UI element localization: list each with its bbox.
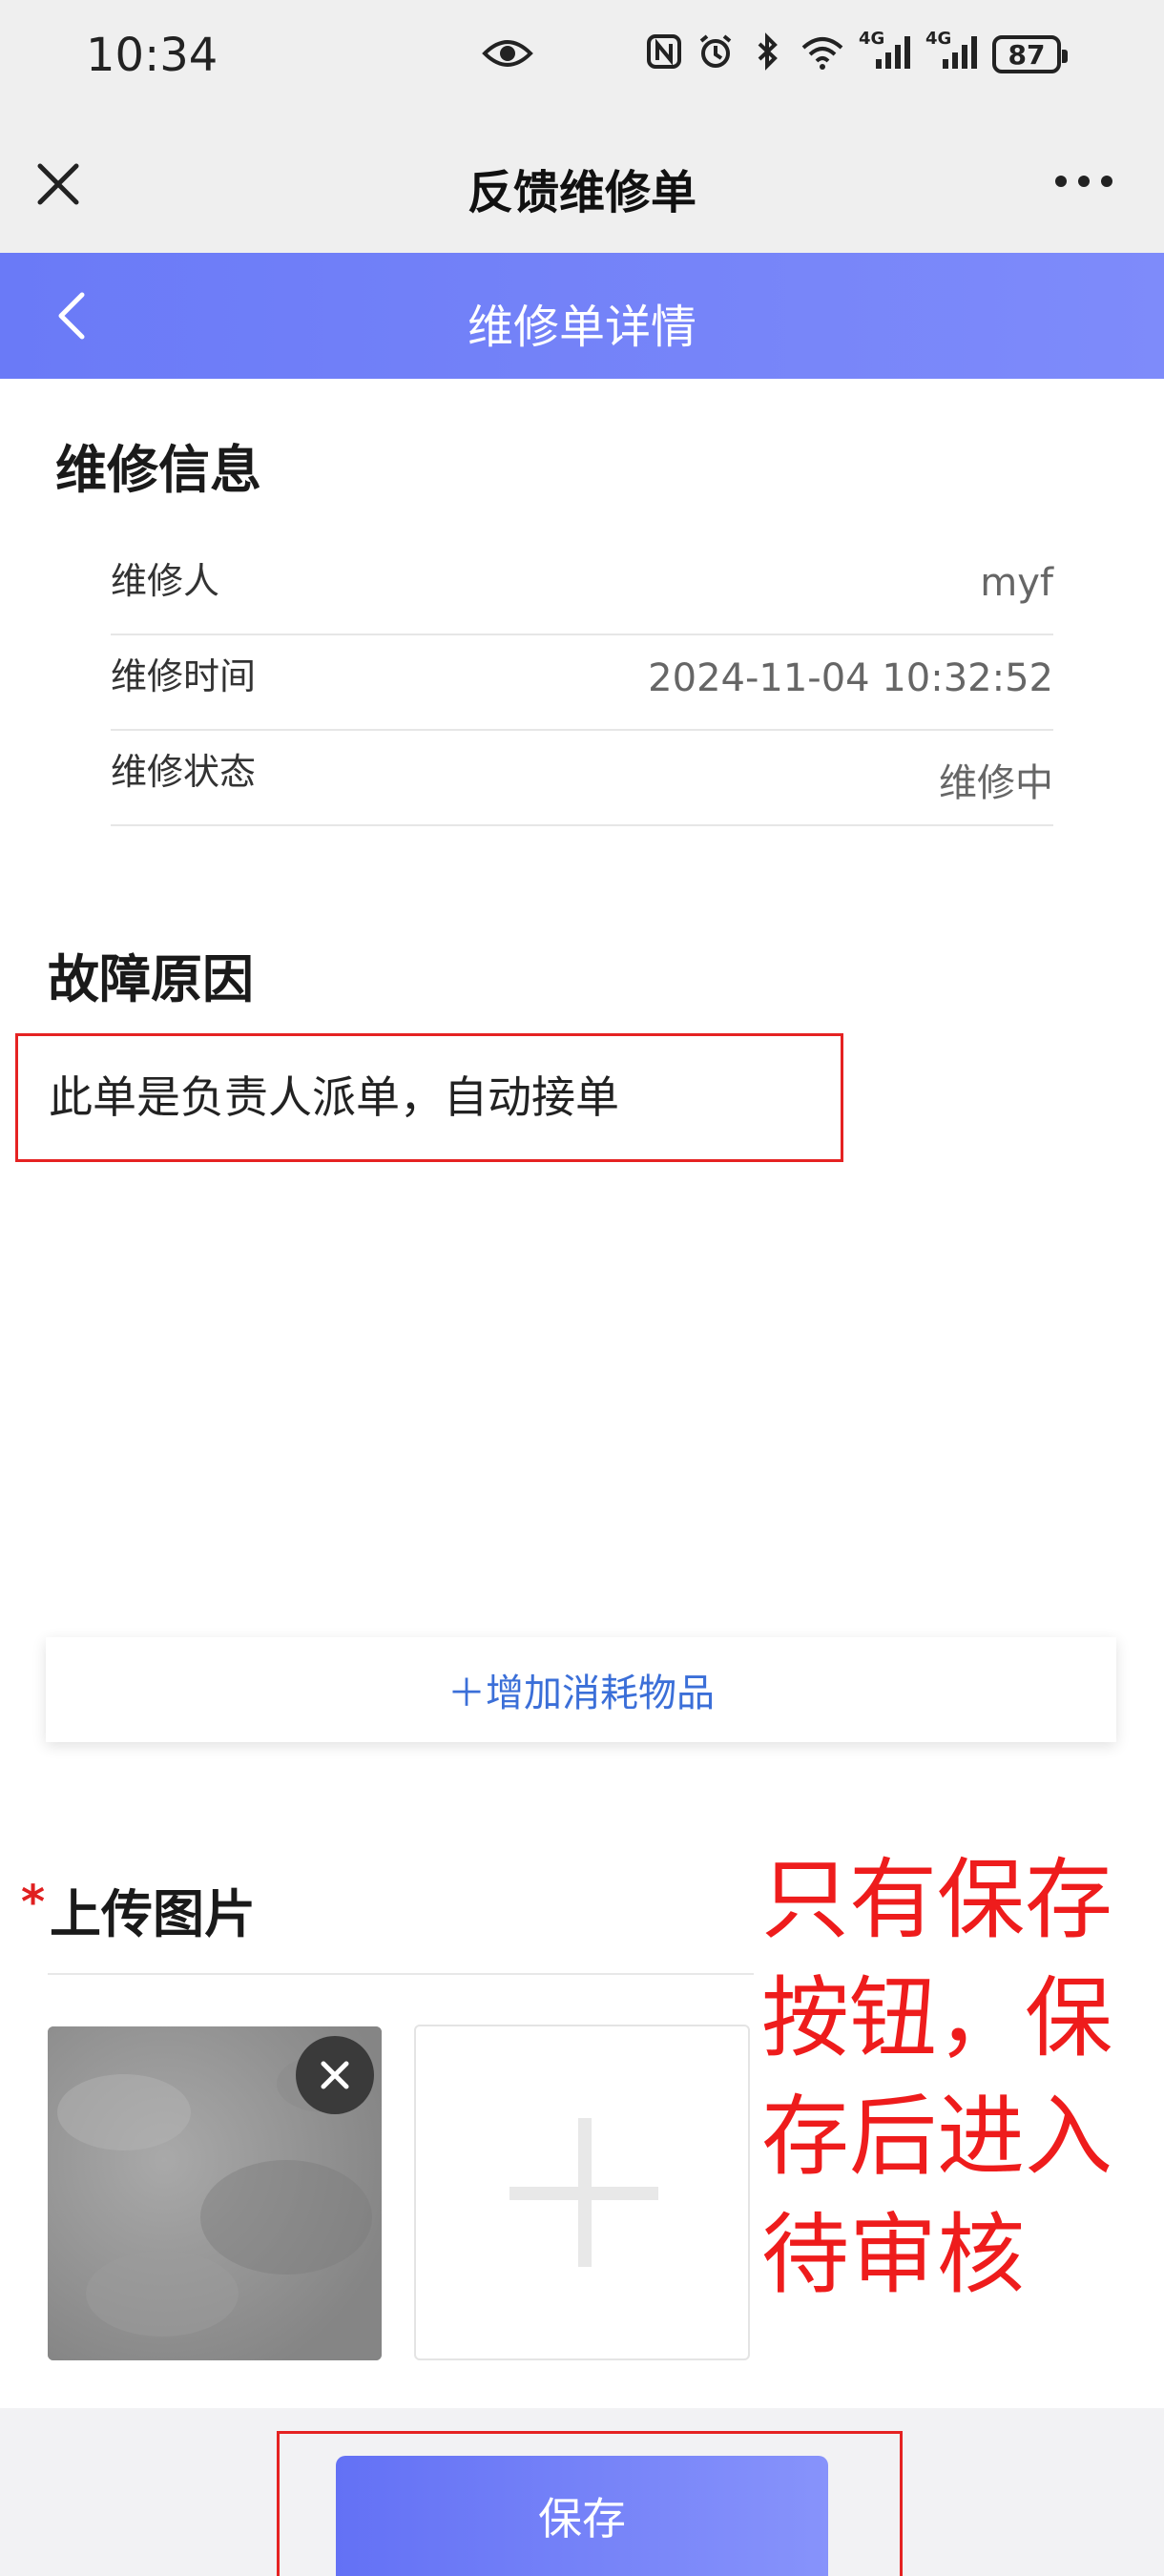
wechat-title-bar: 反馈维修单 <box>0 114 1164 253</box>
bluetooth-icon <box>758 32 778 71</box>
wechat-title: 反馈维修单 <box>467 166 696 219</box>
annotation-line: 只有保存 <box>761 1849 1113 1951</box>
info-row-repairer: 维修人 myf <box>111 540 1053 635</box>
fault-highlight-box: 此单是负责人派单，自动接单 <box>15 1033 843 1162</box>
annotation-line: 待审核 <box>761 2204 1026 2306</box>
repair-info-title: 维修信息 <box>55 440 261 500</box>
required-mark: * <box>21 1876 46 1929</box>
remove-image-button[interactable] <box>296 2036 374 2114</box>
status-time: 10:34 <box>86 29 218 82</box>
alarm-icon <box>699 34 732 68</box>
annotation-line: 按钮，保 <box>761 1967 1113 2069</box>
upload-divider <box>48 1973 754 1975</box>
info-label: 维修时间 <box>111 655 257 697</box>
battery-indicator: 87 <box>992 35 1068 73</box>
annotation-note: 只有保存 按钮，保 存后进入 待审核 <box>761 1841 1153 2315</box>
signal-icon-1: 4G <box>859 29 912 71</box>
signal-icon-2: 4G <box>925 29 979 71</box>
nfc-icon <box>647 34 681 69</box>
info-label: 维修状态 <box>111 751 257 793</box>
fault-text[interactable]: 此单是负责人派单，自动接单 <box>49 1063 619 1126</box>
close-icon <box>321 2061 349 2089</box>
status-icons: 4G 4G <box>645 29 979 71</box>
info-row-status: 维修状态 维修中 <box>111 731 1053 826</box>
info-value: 2024-11-04 10:32:52 <box>648 656 1053 700</box>
page-header: 维修单详情 <box>0 253 1164 379</box>
add-image-button[interactable] <box>414 2025 750 2360</box>
annotation-line: 存后进入 <box>761 2086 1113 2188</box>
plus-icon <box>509 2118 658 2267</box>
wifi-icon <box>801 37 843 70</box>
fault-title: 故障原因 <box>48 949 254 1009</box>
more-icon[interactable] <box>1053 172 1114 191</box>
save-highlight-box <box>277 2431 903 2576</box>
upload-title: 上传图片 <box>50 1884 256 1944</box>
info-value: 维修中 <box>939 761 1053 805</box>
eye-icon <box>482 40 533 67</box>
info-value: myf <box>980 561 1053 605</box>
add-consumables-button[interactable]: ＋增加消耗物品 <box>46 1637 1116 1742</box>
page-title: 维修单详情 <box>467 301 696 354</box>
status-bar: 10:34 4G 4G 87 <box>0 0 1164 114</box>
info-label: 维修人 <box>111 560 220 602</box>
info-row-time: 维修时间 2024-11-04 10:32:52 <box>111 635 1053 731</box>
